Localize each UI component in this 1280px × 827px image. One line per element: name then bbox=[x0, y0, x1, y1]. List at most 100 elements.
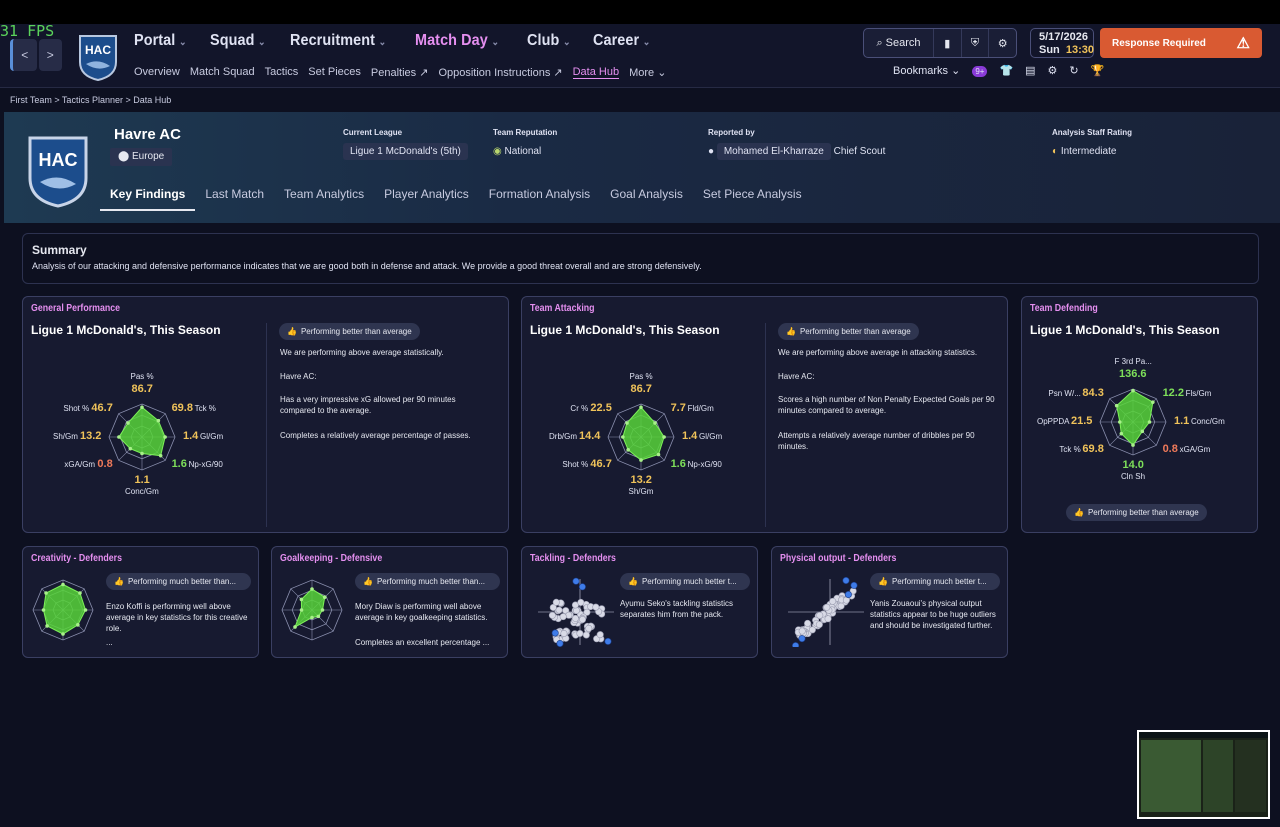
search-toolbar: ⌕ Search ▮ ⛨ ⚙ bbox=[863, 28, 1017, 58]
back-button[interactable]: < bbox=[10, 39, 37, 71]
tab-formation-analysis[interactable]: Formation Analysis bbox=[479, 184, 600, 211]
subnav-tactics[interactable]: Tactics bbox=[265, 66, 299, 79]
nav-match-day[interactable]: Match Day ⌄ bbox=[415, 32, 499, 50]
thumbs-up-icon: 👍 bbox=[287, 327, 297, 336]
tab-player-analytics[interactable]: Player Analytics bbox=[374, 184, 479, 211]
subnav-opposition[interactable]: Opposition Instructions ↗ bbox=[438, 66, 562, 79]
subnav-more[interactable]: More ⌄ bbox=[629, 66, 666, 79]
nav-portal[interactable]: Portal ⌄ bbox=[134, 32, 187, 50]
nav-career[interactable]: Career ⌄ bbox=[593, 32, 650, 50]
analysis-line: Yanis Zouaoui's physical output statisti… bbox=[870, 599, 996, 630]
radar-axis-label: Cln Sh bbox=[1121, 472, 1146, 481]
minimap-preview[interactable] bbox=[1137, 730, 1270, 819]
radar-point bbox=[310, 615, 314, 620]
bookmarks-dropdown[interactable]: Bookmarks ⌄ bbox=[893, 64, 960, 77]
shirt-icon[interactable]: 👕 bbox=[999, 64, 1013, 77]
radar-axis-label: Sh/Gm bbox=[628, 487, 654, 496]
nav-club[interactable]: Club ⌄ bbox=[527, 32, 571, 50]
goalkeeping-card[interactable]: Goalkeeping - Defensive 👍 Performing much… bbox=[271, 546, 508, 658]
radar-point bbox=[1114, 403, 1119, 408]
general-performance-card[interactable]: General Performance Ligue 1 McDonald's, … bbox=[22, 296, 509, 533]
tab-goal-analysis[interactable]: Goal Analysis bbox=[600, 184, 693, 211]
gear-icon[interactable]: ⚙ bbox=[989, 29, 1016, 57]
reporter-chip[interactable]: Mohamed El-Kharraze bbox=[716, 143, 831, 160]
tactics-icon[interactable]: ⚙ bbox=[1048, 64, 1058, 77]
subnav-set-pieces[interactable]: Set Pieces bbox=[308, 66, 361, 79]
main-navigation: Portal ⌄ Squad ⌄ Recruitment ⌄ Match Day ⌄ C… bbox=[134, 32, 657, 50]
svg-text:HAC: HAC bbox=[39, 150, 78, 170]
shield-icon[interactable]: ⛨ bbox=[962, 29, 990, 57]
scatter-point bbox=[572, 607, 580, 615]
subnav-overview[interactable]: Overview bbox=[134, 66, 180, 79]
analysis-line: Completes an excellent percentage ... bbox=[355, 638, 490, 647]
scatter-point bbox=[592, 603, 600, 611]
tackling-card[interactable]: Tackling - Defenders 👍 Performing much be… bbox=[521, 546, 758, 658]
clipboard-icon[interactable]: ▤ bbox=[1025, 64, 1035, 77]
minimap-thumbnail bbox=[1139, 732, 1268, 817]
radar-point bbox=[1118, 420, 1122, 424]
response-required-button[interactable]: Response Required ⚠ bbox=[1100, 28, 1262, 58]
subnav-penalties[interactable]: Penalties ↗ bbox=[371, 66, 429, 79]
radar-value: 1.6 bbox=[670, 457, 686, 470]
radar-value: 22.5 bbox=[590, 402, 612, 415]
subnav-data-hub[interactable]: Data Hub bbox=[572, 66, 620, 79]
creativity-card[interactable]: Creativity - Defenders 👍 Performing much … bbox=[22, 546, 259, 658]
forward-button[interactable]: > bbox=[38, 39, 62, 71]
external-link-icon: ↗ bbox=[553, 67, 563, 79]
summary-panel: Summary Analysis of our attacking and de… bbox=[22, 233, 1259, 284]
globe-icon: ◉ bbox=[493, 146, 505, 157]
breadcrumb[interactable]: First Team > Tactics Planner > Data Hub bbox=[10, 95, 171, 105]
scatter-point bbox=[556, 639, 564, 647]
bookmark-icon[interactable]: ▮ bbox=[934, 29, 962, 57]
search-button[interactable]: ⌕ Search bbox=[864, 29, 934, 57]
main-header: < > HAC Portal ⌄ Squad ⌄ Recruitment ⌄ Matc… bbox=[0, 24, 1280, 88]
scatter-point bbox=[604, 637, 612, 645]
radar-axis-label: Fls/Gm bbox=[1185, 389, 1212, 399]
subnav-match-squad[interactable]: Match Squad bbox=[190, 66, 255, 79]
radar-axis-label: Pas % bbox=[629, 372, 653, 381]
radar-value: 1.4 bbox=[183, 430, 199, 442]
defending-radar: F 3rd Pa... 136.6 Fls/Gm 12.2 Conc/Gm 1.1 xGA/… bbox=[1022, 297, 1258, 503]
physical-output-card[interactable]: Physical output - Defenders 👍 Performing … bbox=[771, 546, 1008, 658]
refresh-icon[interactable]: ↻ bbox=[1069, 64, 1078, 77]
radar-svg bbox=[607, 403, 675, 471]
fps-counter: 31 FPS bbox=[0, 22, 55, 40]
radar-point bbox=[140, 451, 144, 456]
radar-value: 69.8 bbox=[1082, 442, 1104, 455]
analysis-line: Havre AC: bbox=[280, 372, 317, 381]
scatter-point bbox=[585, 624, 593, 632]
radar-point bbox=[126, 421, 130, 425]
scatter-point bbox=[560, 629, 568, 637]
performance-pill: 👍 Performing better than average bbox=[279, 323, 420, 340]
tab-key-findings[interactable]: Key Findings bbox=[100, 184, 196, 211]
tab-team-analytics[interactable]: Team Analytics bbox=[274, 184, 374, 211]
radar-point bbox=[61, 632, 65, 636]
league-chip[interactable]: Ligue 1 McDonald's (5th) bbox=[343, 143, 468, 160]
tab-last-match[interactable]: Last Match bbox=[195, 184, 274, 211]
trophy-icon[interactable]: 🏆 bbox=[1091, 64, 1105, 77]
inbox-icon[interactable]: 9+ bbox=[972, 65, 988, 77]
analysis-line: Mory Diaw is performing well above avera… bbox=[355, 602, 488, 622]
performance-pill: 👍 Performing better than average bbox=[1066, 504, 1207, 521]
current-league-meta: Current League Ligue 1 McDonald's (5th) bbox=[343, 128, 468, 160]
reputation-meta: Team Reputation ◉ National bbox=[493, 128, 558, 157]
club-crest-icon[interactable]: HAC bbox=[76, 32, 120, 82]
radar-axis-label: Psn W/... bbox=[1048, 389, 1081, 399]
radar-axis-label: Shot % bbox=[562, 459, 589, 469]
radar-value: 0.8 bbox=[1162, 442, 1178, 455]
tab-set-piece-analysis[interactable]: Set Piece Analysis bbox=[693, 184, 812, 211]
scatter-point bbox=[842, 576, 850, 585]
radar-point bbox=[1119, 431, 1124, 436]
creativity-radar bbox=[23, 547, 103, 657]
team-attacking-card[interactable]: Team Attacking Ligue 1 McDonald's, This … bbox=[521, 296, 1008, 533]
analysis-line: ... bbox=[106, 638, 113, 647]
team-defending-card[interactable]: Team Defending Ligue 1 McDonald's, This … bbox=[1021, 296, 1258, 533]
radar-point bbox=[625, 421, 629, 425]
scatter-point bbox=[808, 626, 816, 634]
thumbs-up-icon: 👍 bbox=[363, 577, 373, 586]
tackling-scatter bbox=[536, 577, 616, 647]
nav-recruitment[interactable]: Recruitment ⌄ bbox=[290, 32, 386, 50]
scatter-point bbox=[555, 606, 563, 614]
nav-squad[interactable]: Squad ⌄ bbox=[210, 32, 266, 50]
date-time-widget[interactable]: 5/17/2026 Sun 13:30 bbox=[1030, 28, 1094, 58]
